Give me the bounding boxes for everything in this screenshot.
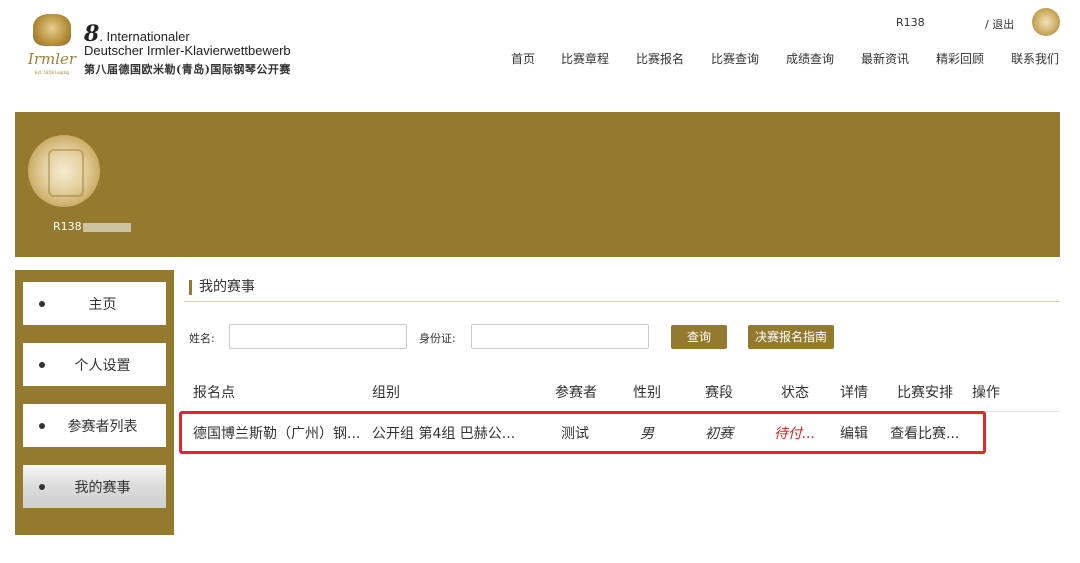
header-group: 组别 — [372, 385, 400, 401]
competition-title: 8. Internationaler Deutscher Irmler-Klav… — [84, 23, 291, 77]
logout-link[interactable]: / 退出 — [985, 16, 1014, 32]
sidebar-item-my-competitions[interactable]: 我的赛事 — [23, 465, 166, 508]
query-button[interactable]: 查询 — [671, 325, 727, 349]
irmler-logo[interactable]: Irmler Est. 1818 Leipzig — [26, 14, 78, 80]
sidebar-item-label: 参赛者列表 — [67, 418, 138, 435]
profile-username: R138 — [53, 220, 131, 233]
nav-news[interactable]: 最新资讯 — [861, 50, 909, 67]
site-header: Irmler Est. 1818 Leipzig 8. Internationa… — [0, 0, 1080, 110]
id-label: 身份证: — [419, 332, 456, 345]
nav-competition-query[interactable]: 比赛查询 — [711, 50, 759, 67]
profile-username-text: R138 — [53, 220, 82, 233]
sidebar-item-label: 我的赛事 — [74, 479, 131, 496]
sidebar-item-participants[interactable]: 参赛者列表 — [23, 404, 166, 447]
header-action: 操作 — [972, 385, 1000, 401]
profile-avatar[interactable] — [28, 135, 100, 207]
nav-review[interactable]: 精彩回顾 — [936, 50, 984, 67]
nav-score-query[interactable]: 成绩查询 — [786, 50, 834, 67]
name-label: 姓名: — [189, 332, 215, 345]
nav-home[interactable]: 首页 — [511, 50, 535, 67]
avatar[interactable] — [1032, 8, 1060, 36]
title-line3-cn: 第八届德国欧米勒(青岛)国际钢琴公开赛 — [84, 63, 291, 76]
nav-rules[interactable]: 比赛章程 — [561, 50, 609, 67]
nav-register[interactable]: 比赛报名 — [636, 50, 684, 67]
header-participant: 参赛者 — [555, 385, 597, 401]
title-line2: Deutscher Irmler-Klavierwettbewerb — [84, 43, 291, 58]
header-status: 状态 — [781, 385, 809, 401]
logo-tagline: Est. 1818 Leipzig — [34, 70, 70, 75]
nav-contact[interactable]: 联系我们 — [1011, 50, 1059, 67]
id-card-input[interactable] — [471, 324, 649, 349]
sidebar: 主页 个人设置 参赛者列表 我的赛事 — [15, 270, 174, 535]
redacted-block — [82, 222, 131, 232]
crest-icon — [33, 14, 71, 46]
sidebar-item-settings[interactable]: 个人设置 — [23, 343, 166, 386]
header-schedule: 比赛安排 — [897, 385, 953, 401]
sidebar-item-label: 主页 — [88, 296, 117, 313]
divider — [184, 301, 1060, 302]
top-username[interactable]: R138 — [896, 16, 925, 29]
header-details: 详情 — [840, 385, 868, 401]
page-title: 我的赛事 — [189, 280, 255, 295]
profile-banner: R138 — [15, 112, 1060, 257]
header-gender: 性别 — [633, 385, 661, 401]
title-line1: . Internationaler — [99, 29, 190, 44]
sidebar-item-label: 个人设置 — [74, 357, 131, 374]
final-guide-button[interactable]: 决赛报名指南 — [748, 325, 834, 349]
name-input[interactable] — [229, 324, 407, 349]
sidebar-item-home[interactable]: 主页 — [23, 282, 166, 325]
highlight-box — [179, 411, 986, 454]
header-stage: 赛段 — [705, 385, 733, 401]
logo-script: Irmler — [27, 50, 77, 68]
header-site: 报名点 — [193, 385, 235, 401]
